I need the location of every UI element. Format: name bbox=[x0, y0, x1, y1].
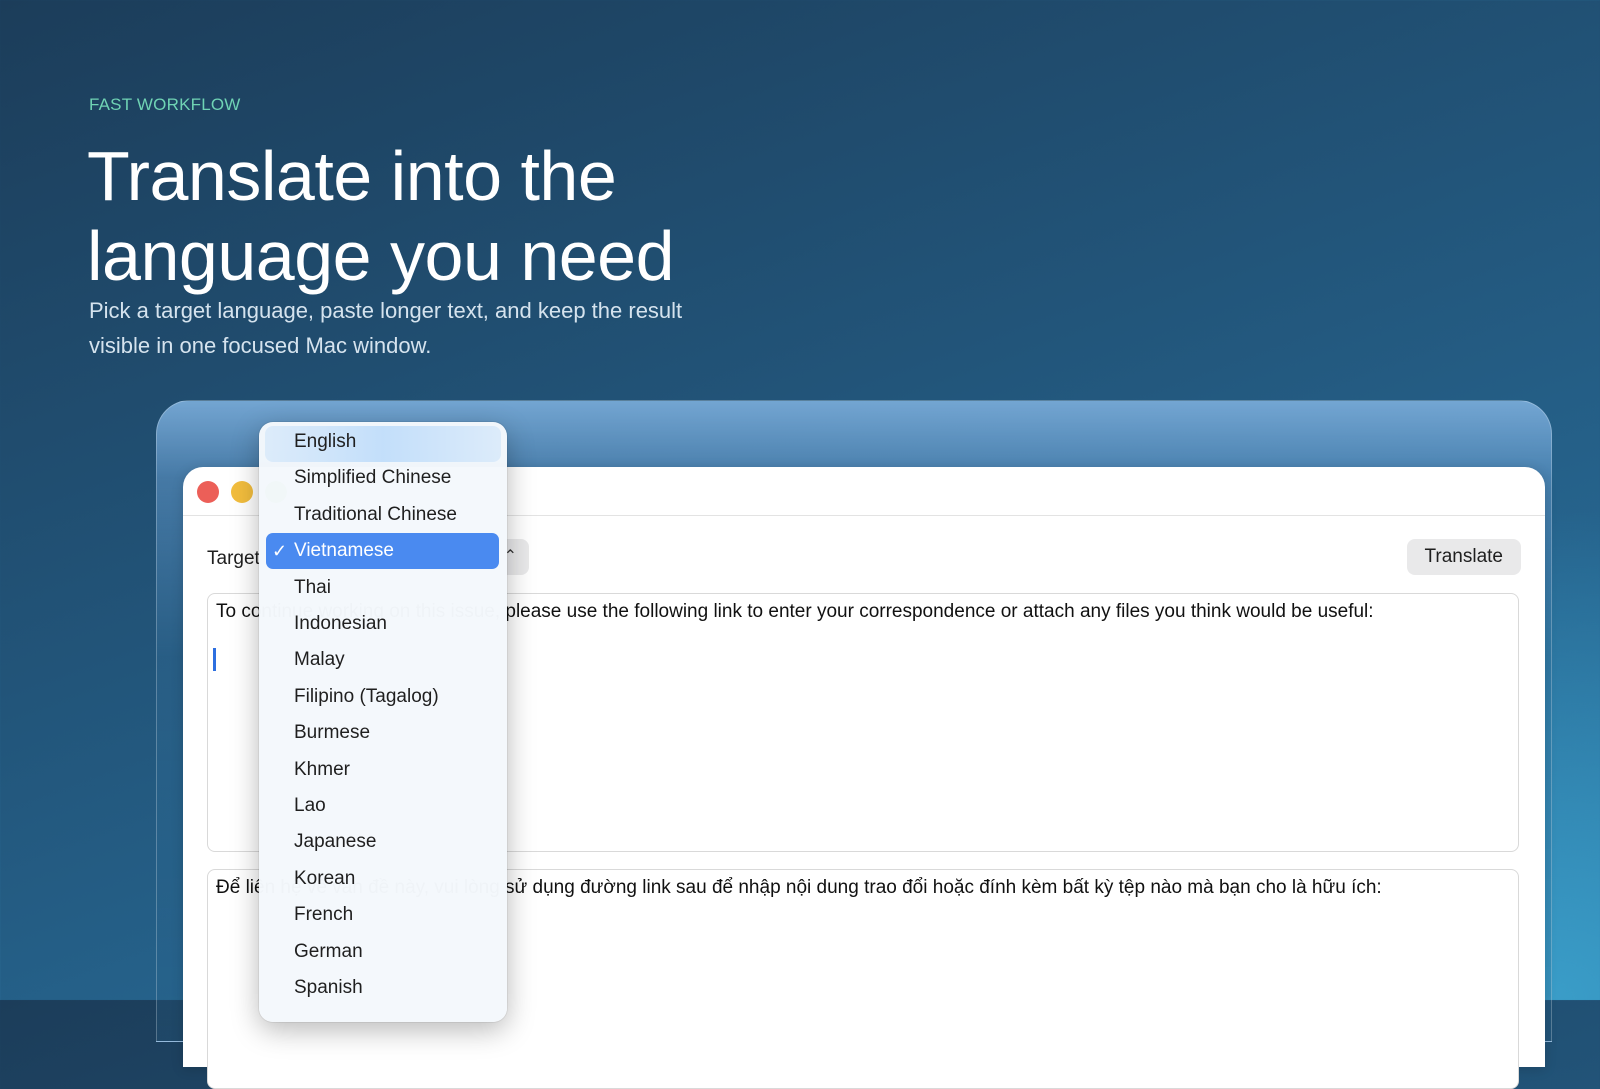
language-option-label: Khmer bbox=[294, 758, 350, 780]
language-option[interactable]: Japanese bbox=[266, 824, 499, 860]
language-option[interactable]: Malay bbox=[266, 642, 499, 678]
language-option-label: Traditional Chinese bbox=[294, 503, 457, 525]
language-option-label: Vietnamese bbox=[294, 540, 394, 562]
language-option-label: Burmese bbox=[294, 722, 371, 744]
language-dropdown-menu: English Simplified Chinese Traditional Chi… bbox=[259, 422, 507, 1022]
language-option[interactable]: Lao bbox=[266, 788, 499, 824]
text-cursor bbox=[213, 648, 216, 671]
language-option-label: Filipino (Tagalog) bbox=[294, 685, 439, 707]
language-option[interactable]: Burmese bbox=[266, 715, 499, 751]
language-option-label: Indonesian bbox=[294, 613, 387, 634]
language-option[interactable]: English bbox=[266, 424, 499, 460]
language-option-label: Japanese bbox=[294, 831, 377, 853]
language-option[interactable]: French bbox=[266, 897, 499, 933]
language-option[interactable]: Simplified Chinese bbox=[266, 460, 499, 496]
language-option-label: Korean bbox=[294, 867, 356, 889]
language-option-label: English bbox=[294, 431, 357, 452]
translate-button[interactable]: Translate bbox=[1406, 539, 1521, 575]
hero-subtitle: Pick a target language, paste longer tex… bbox=[89, 298, 683, 358]
target-language-label: Target bbox=[207, 548, 260, 569]
language-option-label: Simplified Chinese bbox=[294, 467, 452, 489]
language-option-label: Spanish bbox=[294, 977, 363, 998]
minimize-window-button[interactable] bbox=[231, 481, 253, 503]
language-option-label: Lao bbox=[294, 795, 326, 816]
language-option[interactable]: German bbox=[266, 934, 499, 970]
language-option-label: German bbox=[294, 940, 363, 962]
language-option[interactable]: Indonesian bbox=[266, 606, 499, 642]
checkmark-icon: ✓ bbox=[272, 541, 288, 562]
language-option[interactable]: Korean bbox=[266, 861, 499, 897]
eyebrow-label: FAST WORKFLOW bbox=[89, 95, 241, 114]
language-option[interactable]: ✓ Vietnamese bbox=[266, 533, 499, 570]
language-option[interactable]: Khmer bbox=[266, 752, 499, 788]
language-option[interactable]: Traditional Chinese bbox=[266, 497, 499, 533]
close-window-button[interactable] bbox=[197, 481, 219, 503]
language-option[interactable]: Thai bbox=[266, 570, 499, 606]
language-option-label: French bbox=[294, 904, 354, 926]
language-option[interactable]: Filipino (Tagalog) bbox=[266, 679, 499, 715]
language-option-label: Malay bbox=[294, 649, 345, 671]
hero-headline: Translate into the language you need bbox=[87, 137, 675, 295]
language-option-label: Thai bbox=[294, 576, 331, 598]
language-option[interactable]: Spanish bbox=[266, 970, 499, 1006]
